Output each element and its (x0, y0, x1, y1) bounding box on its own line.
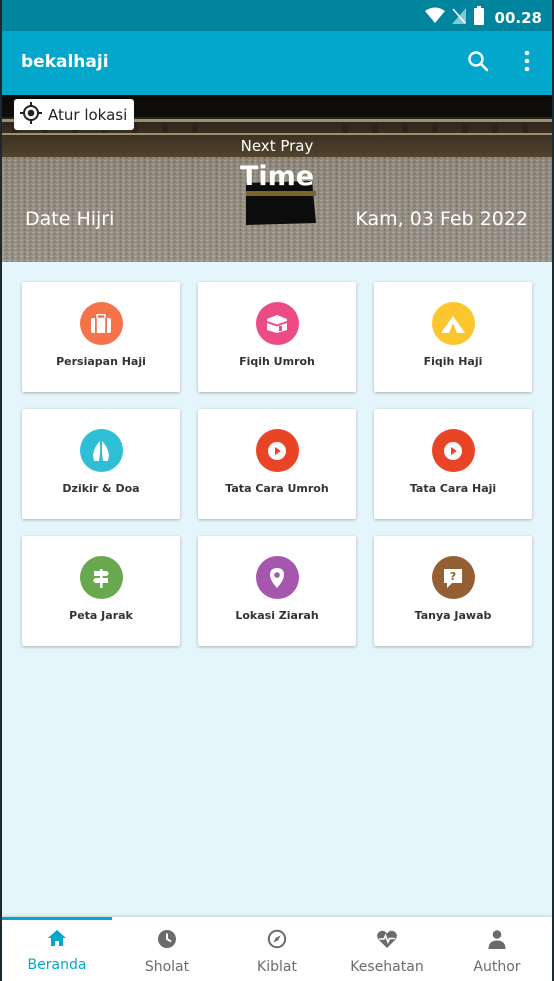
menu-card-lokasi-ziarah[interactable]: Lokasi Ziarah (198, 536, 356, 646)
menu-card-label: Tanya Jawab (414, 609, 492, 622)
set-location-button[interactable]: Atur lokasi (14, 99, 135, 130)
menu-card-label: Peta Jarak (69, 609, 133, 622)
search-icon (467, 50, 489, 76)
menu-card-label: Tata Cara Umroh (225, 482, 329, 495)
overflow-menu-button[interactable] (513, 49, 541, 77)
next-pray-label: Next Pray (240, 137, 314, 155)
menu-card-fiqih-umroh[interactable]: Fiqih Umroh (198, 282, 356, 392)
compass-icon (267, 929, 287, 953)
play-icon (431, 429, 475, 472)
no-signal-icon (451, 7, 467, 29)
menu-card-dzikir-doa[interactable]: Dzikir & Doa (22, 409, 180, 519)
praying-hands-icon (79, 429, 123, 472)
battery-icon (473, 6, 485, 29)
bottom-navigation: Beranda Sholat Kiblat Kesehatan Author (2, 917, 552, 981)
active-tab-indicator (2, 917, 112, 920)
play-icon (255, 429, 299, 472)
menu-card-tata-cara-umroh[interactable]: Tata Cara Umroh (198, 409, 356, 519)
hijri-date: Date Hijri (25, 208, 115, 230)
nav-tab-kesehatan[interactable]: Kesehatan (332, 917, 442, 981)
gps-target-icon (20, 101, 42, 128)
nav-label: Sholat (144, 959, 190, 975)
nav-tab-sholat[interactable]: Sholat (112, 917, 222, 981)
nav-label: Author (473, 959, 521, 975)
gregorian-date: Kam, 03 Feb 2022 (355, 208, 528, 230)
menu-card-label: Dzikir & Doa (62, 482, 140, 495)
person-icon (487, 929, 507, 953)
status-clock: 00.28 (494, 8, 542, 27)
menu-card-label: Fiqih Umroh (239, 355, 315, 368)
nav-tab-kiblat[interactable]: Kiblat (222, 917, 332, 981)
nav-label: Kesehatan (350, 959, 424, 975)
nav-label: Kiblat (257, 959, 297, 975)
signpost-icon (79, 556, 123, 599)
menu-grid: Persiapan Haji Fiqih Umroh Fiqih Haji Dz… (22, 282, 534, 646)
tent-icon (431, 302, 475, 345)
menu-card-tata-cara-haji[interactable]: Tata Cara Haji (374, 409, 532, 519)
menu-card-peta-jarak[interactable]: Peta Jarak (22, 536, 180, 646)
menu-card-label: Fiqih Haji (423, 355, 483, 368)
question-bubble-icon: ? (431, 556, 475, 599)
suitcase-icon (79, 302, 123, 345)
menu-card-label: Persiapan Haji (56, 355, 146, 368)
menu-card-persiapan-haji[interactable]: Persiapan Haji (22, 282, 180, 392)
app-screen: 00.28 bekalhaji Atur lokasi Next Pray Ti… (2, 0, 552, 981)
menu-card-label: Lokasi Ziarah (235, 609, 319, 622)
map-pin-icon (255, 556, 299, 599)
nav-tab-beranda[interactable]: Beranda (2, 917, 112, 981)
app-title: bekalhaji (21, 52, 109, 72)
kaaba-icon (255, 302, 299, 345)
menu-card-fiqih-haji[interactable]: Fiqih Haji (374, 282, 532, 392)
heart-pulse-icon (376, 929, 398, 953)
app-bar: bekalhaji (2, 31, 552, 95)
svg-text:?: ? (450, 570, 456, 583)
next-pray-time: Time (239, 161, 315, 192)
nav-label: Beranda (27, 957, 87, 973)
status-bar: 00.28 (2, 0, 552, 31)
wifi-icon (424, 7, 445, 29)
nav-tab-author[interactable]: Author (442, 917, 552, 981)
menu-card-label: Tata Cara Haji (409, 482, 497, 495)
set-location-label: Atur lokasi (48, 105, 128, 124)
home-icon (47, 929, 67, 951)
clock-icon (157, 929, 177, 953)
hero-banner: Atur lokasi Next Pray Time Date Hijri Ka… (2, 95, 552, 262)
more-vertical-icon (524, 50, 530, 76)
search-button[interactable] (464, 49, 492, 77)
menu-card-tanya-jawab[interactable]: ? Tanya Jawab (374, 536, 532, 646)
